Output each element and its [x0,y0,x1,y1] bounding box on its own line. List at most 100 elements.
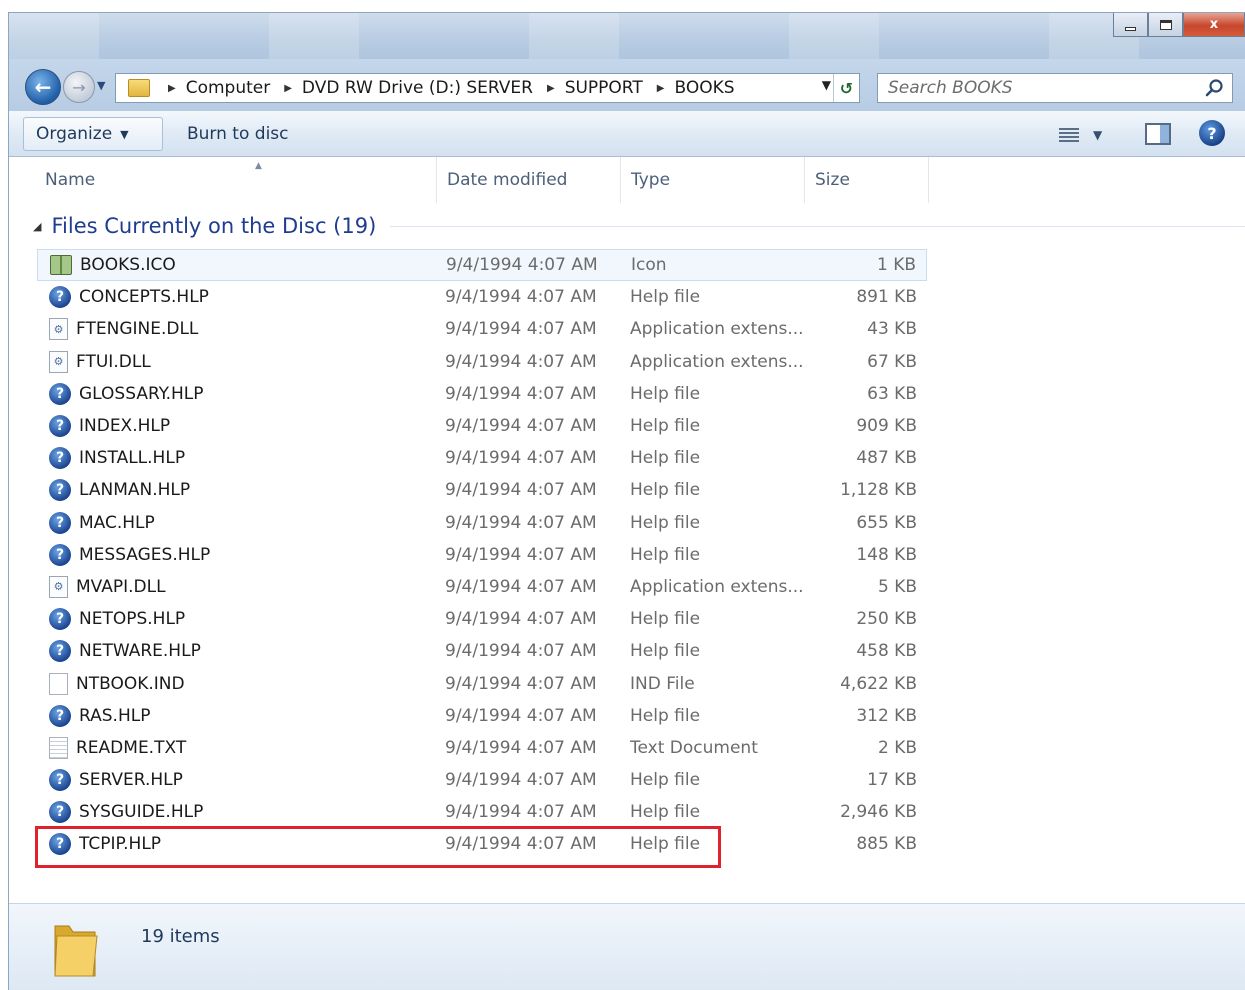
file-name: SERVER.HLP [79,770,183,791]
file-row[interactable]: ? LANMAN.HLP 9/4/1994 4:07 AM Help file 1,12… [37,474,927,506]
file-name: GLOSSARY.HLP [79,383,204,404]
file-name-cell[interactable]: README.TXT [49,736,186,759]
help-button[interactable]: ? [1199,120,1225,146]
file-row[interactable]: README.TXT 9/4/1994 4:07 AM Text Document 2… [37,732,927,764]
file-row[interactable]: ⚙ MVAPI.DLL 9/4/1994 4:07 AM Application ex… [37,571,927,603]
maximize-icon [1159,19,1172,30]
file-row[interactable]: ? INSTALL.HLP 9/4/1994 4:07 AM Help file 487… [37,442,927,474]
maximize-button[interactable] [1148,13,1183,37]
group-header[interactable]: ◢ Files Currently on the Disc (19) [29,209,1245,243]
close-button[interactable]: x [1183,13,1245,37]
file-name-cell[interactable]: ? INDEX.HLP [49,415,170,438]
address-history-dropdown[interactable]: ▼ [822,78,831,92]
file-name-cell[interactable]: ? CONCEPTS.HLP [49,286,209,309]
change-view-button[interactable]: ▼ [1059,125,1107,145]
details-view-icon [1059,128,1079,142]
file-size: 885 KB [856,834,917,855]
file-type: Help file [630,705,701,726]
file-row[interactable]: ? INDEX.HLP 9/4/1994 4:07 AM Help file 909 K… [37,410,927,442]
file-name-cell[interactable]: ? GLOSSARY.HLP [49,382,204,405]
file-name-cell[interactable]: NTBOOK.IND [49,672,185,695]
file-name-cell[interactable]: ? NETOPS.HLP [49,608,185,631]
help-file-icon: ? [49,640,71,663]
file-size: 17 KB [867,770,917,791]
title-bar[interactable]: x [9,13,1245,59]
file-name-cell[interactable]: ? NETWARE.HLP [49,640,201,663]
column-date-label: Date modified [447,170,568,190]
search-icon[interactable] [1204,77,1226,99]
file-size: 4,622 KB [840,673,917,694]
breadcrumb-books[interactable]: BOOKS [674,78,734,98]
column-header-name[interactable]: Name ▲ [35,157,437,203]
file-name-cell[interactable]: ⚙ FTUI.DLL [49,350,151,373]
organize-button[interactable]: Organize ▼ [23,117,163,151]
column-size-label: Size [815,170,850,190]
file-row[interactable]: NTBOOK.IND 9/4/1994 4:07 AM IND File 4,622 … [37,667,927,699]
search-input[interactable] [888,78,1188,98]
file-name-cell[interactable]: ? LANMAN.HLP [49,479,191,502]
file-date: 9/4/1994 4:07 AM [445,544,597,565]
file-row[interactable]: ? MAC.HLP 9/4/1994 4:07 AM Help file 655 KB [37,507,927,539]
search-box[interactable] [877,73,1233,103]
file-size: 5 KB [877,576,917,597]
file-date: 9/4/1994 4:07 AM [445,383,597,404]
preview-pane-button[interactable] [1145,123,1171,145]
file-size: 63 KB [867,383,917,404]
file-row[interactable]: ⚙ FTENGINE.DLL 9/4/1994 4:07 AM Application… [37,313,927,345]
file-row[interactable]: BOOKS.ICO 9/4/1994 4:07 AM Icon 1 KB [37,249,927,282]
help-file-icon: ? [49,769,71,792]
burn-to-disc-button[interactable]: Burn to disc [175,117,301,151]
file-row[interactable]: ⚙ FTUI.DLL 9/4/1994 4:07 AM Application ext… [37,346,927,378]
breadcrumb-arrow-icon[interactable]: ▶ [284,83,292,94]
file-row[interactable]: ? SERVER.HLP 9/4/1994 4:07 AM Help file 17 K… [37,764,927,796]
file-size: 891 KB [856,287,917,308]
file-row[interactable]: ? NETWARE.HLP 9/4/1994 4:07 AM Help file 458… [37,635,927,667]
file-date: 9/4/1994 4:07 AM [445,480,597,501]
file-row[interactable]: ? SYSGUIDE.HLP 9/4/1994 4:07 AM Help file 2,… [37,796,927,828]
minimize-button[interactable] [1113,13,1148,37]
help-icon: ? [1207,123,1217,143]
breadcrumb-computer[interactable]: Computer [186,78,271,98]
breadcrumb-dvd-drive[interactable]: DVD RW Drive (D:) SERVER [302,78,533,98]
refresh-icon[interactable]: ↺ [833,74,859,102]
forward-button[interactable]: → [63,71,95,103]
column-header-type[interactable]: Type [621,157,805,203]
file-name-cell[interactable]: ? MAC.HLP [49,511,155,534]
collapse-triangle-icon[interactable]: ◢ [33,220,41,233]
column-header-date-modified[interactable]: Date modified [437,157,621,203]
file-row[interactable]: ? NETOPS.HLP 9/4/1994 4:07 AM Help file 250 … [37,603,927,635]
file-size: 1 KB [876,255,916,276]
item-count-text: 19 items [141,926,220,947]
file-name-cell[interactable]: ? MESSAGES.HLP [49,543,210,566]
file-row[interactable]: ? CONCEPTS.HLP 9/4/1994 4:07 AM Help file 89… [37,281,927,313]
blank-file-icon [49,672,68,695]
file-type: Help file [630,416,701,437]
breadcrumb-support[interactable]: SUPPORT [565,78,643,98]
chevron-down-icon: ▼ [1093,128,1103,142]
file-size: 458 KB [856,641,917,662]
file-name-cell[interactable]: ? SERVER.HLP [49,769,183,792]
minimize-icon [1125,26,1136,31]
file-name-cell[interactable]: ⚙ MVAPI.DLL [49,575,166,598]
file-row[interactable]: ? GLOSSARY.HLP 9/4/1994 4:07 AM Help file 63… [37,378,927,410]
file-date: 9/4/1994 4:07 AM [445,351,597,372]
file-name-cell[interactable]: ⚙ FTENGINE.DLL [49,318,198,341]
file-list: BOOKS.ICO 9/4/1994 4:07 AM Icon 1 KB? CONCEP… [37,249,927,861]
file-name-cell[interactable]: BOOKS.ICO [50,255,176,276]
file-size: 655 KB [856,512,917,533]
breadcrumb-arrow-icon[interactable]: ▶ [657,83,665,94]
breadcrumb-arrow-icon[interactable]: ▶ [547,83,555,94]
file-name-cell[interactable]: ? SYSGUIDE.HLP [49,801,203,824]
file-row[interactable]: ? RAS.HLP 9/4/1994 4:07 AM Help file 312 KB [37,700,927,732]
back-button[interactable]: ← [25,69,61,105]
recent-pages-dropdown[interactable]: ▼ [97,79,111,93]
column-header-size[interactable]: Size [805,157,929,203]
address-bar[interactable]: ▶ Computer ▶ DVD RW Drive (D:) SERVER ▶ … [115,73,860,103]
file-type: Application extens... [630,319,804,340]
file-row[interactable]: ? MESSAGES.HLP 9/4/1994 4:07 AM Help file 14… [37,539,927,571]
file-name-cell[interactable]: ? INSTALL.HLP [49,447,185,470]
breadcrumb-arrow-icon[interactable]: ▶ [168,83,176,94]
file-name-cell[interactable]: ? RAS.HLP [49,704,150,727]
file-name: CONCEPTS.HLP [79,287,209,308]
file-name: LANMAN.HLP [79,480,191,501]
